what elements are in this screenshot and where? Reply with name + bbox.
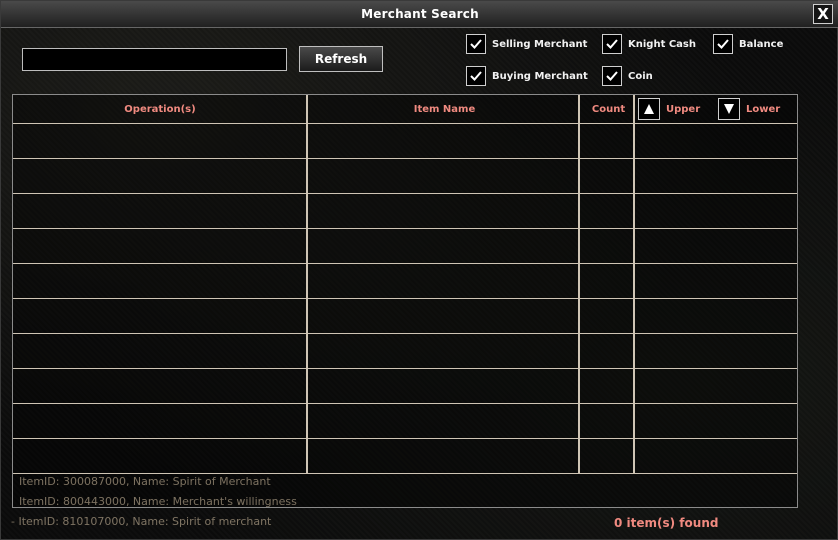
balance-label: Balance xyxy=(739,38,784,50)
table-row-line xyxy=(13,263,797,264)
check-icon xyxy=(717,39,729,49)
selling-merchant-checkbox[interactable] xyxy=(466,34,486,54)
check-icon xyxy=(606,71,618,81)
triangle-down-icon xyxy=(724,104,734,114)
coin-label: Coin xyxy=(628,70,653,82)
table-divider xyxy=(578,95,580,473)
background-log-line: - ItemID: 810107000, Name: Spirit of mer… xyxy=(11,515,272,528)
table-row-line xyxy=(13,438,797,439)
table-row-line xyxy=(13,368,797,369)
buying-merchant-label: Buying Merchant xyxy=(492,70,588,82)
coin-checkbox[interactable] xyxy=(602,66,622,86)
knight-cash-checkbox[interactable] xyxy=(602,34,622,54)
merchant-search-window: Merchant Search X Refresh Selling Mercha… xyxy=(0,0,838,540)
filter-knight-cash[interactable]: Knight Cash xyxy=(602,33,696,55)
knight-cash-label: Knight Cash xyxy=(628,38,696,50)
check-icon xyxy=(606,39,618,49)
sort-lower-button[interactable]: Lower xyxy=(718,98,780,120)
column-header-operations: Operation(s) xyxy=(124,103,196,115)
table-row-line xyxy=(13,333,797,334)
column-header-count: Count xyxy=(591,103,626,115)
background-log-line: ItemID: 300087000, Name: Spirit of Merch… xyxy=(19,475,271,488)
column-header-item-name: Item Name xyxy=(413,103,476,115)
filter-coin[interactable]: Coin xyxy=(602,65,653,87)
check-icon xyxy=(470,71,482,81)
close-button[interactable]: X xyxy=(813,4,833,24)
sort-lower-label: Lower xyxy=(746,103,781,115)
table-row-line xyxy=(13,158,797,159)
table-row-line xyxy=(13,473,797,474)
balance-checkbox[interactable] xyxy=(713,34,733,54)
game-screen: Merchant Search X Refresh Selling Mercha… xyxy=(0,0,838,540)
filter-balance[interactable]: Balance xyxy=(713,33,783,55)
selling-merchant-label: Selling Merchant xyxy=(492,38,588,50)
title-bar: Merchant Search X xyxy=(1,1,838,28)
check-icon xyxy=(470,39,482,49)
sort-upper-label: Upper xyxy=(666,103,701,115)
triangle-up-icon xyxy=(644,104,654,114)
table-divider xyxy=(633,95,635,473)
window-title: Merchant Search xyxy=(361,7,479,21)
sort-upper-button[interactable]: Upper xyxy=(638,98,700,120)
refresh-button[interactable]: Refresh xyxy=(299,46,383,72)
results-count-status: 0 item(s) found xyxy=(614,516,719,530)
table-row-line xyxy=(13,403,797,404)
background-log-line: ItemID: 800443000, Name: Merchant's will… xyxy=(19,495,297,508)
buying-merchant-checkbox[interactable] xyxy=(466,66,486,86)
table-row-line xyxy=(13,228,797,229)
table-row-line xyxy=(13,298,797,299)
table-header: Operation(s) Item Name Count Upper Lower xyxy=(13,95,797,124)
table-divider xyxy=(306,95,308,473)
sort-upper-icon-box[interactable] xyxy=(638,98,660,120)
filter-buying-merchant[interactable]: Buying Merchant xyxy=(466,65,588,87)
results-table: Operation(s) Item Name Count Upper Lower… xyxy=(12,94,798,508)
filter-selling-merchant[interactable]: Selling Merchant xyxy=(466,33,587,55)
sort-lower-icon-box[interactable] xyxy=(718,98,740,120)
search-input[interactable] xyxy=(22,48,287,71)
table-row-line xyxy=(13,193,797,194)
close-icon: X xyxy=(817,5,829,23)
